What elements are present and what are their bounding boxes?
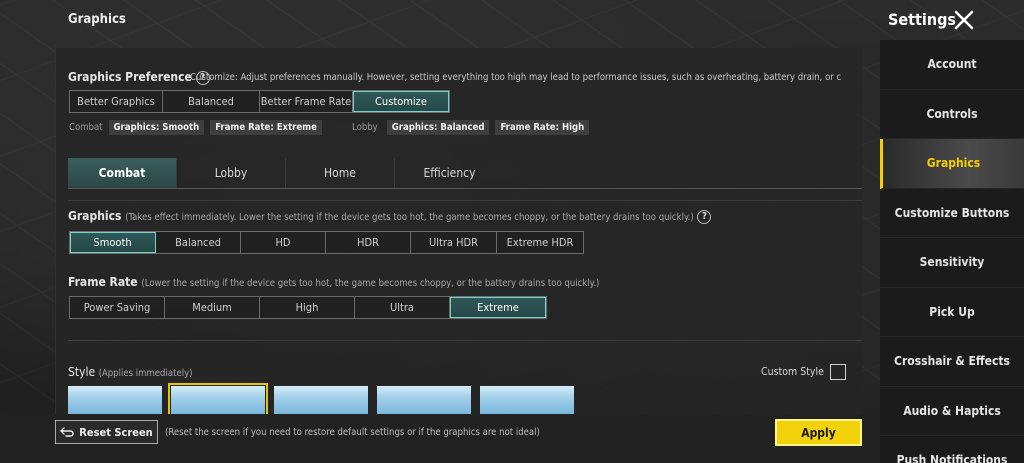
reset-note: (Reset the screen if you need to restore… (165, 427, 540, 438)
close-icon[interactable] (952, 8, 976, 32)
combat-framerate-tag: Frame Rate: Extreme (210, 120, 322, 135)
graphics-option-balanced[interactable]: Balanced (156, 232, 241, 253)
section-divider (68, 200, 862, 201)
style-note: (Applies immediately) (98, 368, 193, 379)
frame-rate-note: (Lower the setting if the device gets to… (141, 278, 600, 289)
graphics-option-smooth[interactable]: Smooth (70, 232, 156, 253)
frame-rate-option-ultra[interactable]: Ultra (355, 297, 450, 318)
custom-style-toggle[interactable]: Custom Style (761, 364, 846, 380)
sidebar-item-customize-buttons[interactable]: Customize Buttons (880, 189, 1024, 238)
preference-option-balanced[interactable]: Balanced (163, 91, 260, 112)
settings-panel: Graphics Preference ? Customize: Adjust … (55, 48, 862, 414)
preference-label: Graphics Preference ? (68, 70, 210, 85)
frame-rate-selector: Power Saving Medium High Ultra Extreme (69, 296, 547, 319)
sidebar-item-push-notifications[interactable]: Push Notifications (880, 436, 1024, 463)
graphics-quality-label: Graphics (Takes effect immediately. Lowe… (68, 209, 712, 224)
sidebar-item-audio-haptics[interactable]: Audio & Haptics (880, 387, 1024, 436)
mode-tabs: Combat Lobby Home Efficiency (68, 158, 862, 189)
lobby-graphics-tag: Graphics: Balanced (386, 120, 490, 135)
preference-selector: Better Graphics Balanced Better Frame Ra… (69, 90, 450, 113)
style-thumbnail-selected[interactable] (168, 383, 268, 414)
combat-graphics-tag: Graphics: Smooth (108, 120, 205, 135)
combat-summary-label: Combat (69, 122, 103, 133)
frame-rate-option-high[interactable]: High (260, 297, 355, 318)
sidebar-item-crosshair-effects[interactable]: Crosshair & Effects (880, 337, 1024, 387)
sidebar-item-account[interactable]: Account (880, 40, 1024, 90)
graphics-option-hd[interactable]: HD (241, 232, 326, 253)
style-label-text: Style (68, 365, 96, 379)
graphics-option-extreme-hdr[interactable]: Extreme HDR (497, 232, 583, 253)
combat-summary: Combat Graphics: Smooth Frame Rate: Extr… (69, 120, 322, 135)
settings-sidebar: Account Controls Graphics Customize Butt… (880, 40, 1024, 463)
style-label: Style (Applies immediately) (68, 365, 192, 379)
lobby-framerate-tag: Frame Rate: High (495, 120, 590, 135)
preference-option-customize[interactable]: Customize (353, 91, 449, 112)
custom-style-checkbox[interactable] (829, 364, 846, 380)
apply-button[interactable]: Apply (775, 419, 862, 446)
style-thumbnail[interactable] (480, 386, 574, 414)
style-thumbnail[interactable] (274, 386, 368, 414)
custom-style-label: Custom Style (761, 366, 824, 378)
sidebar-item-sensitivity[interactable]: Sensitivity (880, 238, 1024, 288)
tab-home[interactable]: Home (286, 158, 395, 188)
lobby-summary-label: Lobby (352, 122, 378, 133)
frame-rate-option-medium[interactable]: Medium (165, 297, 260, 318)
graphics-quality-label-text: Graphics (68, 209, 122, 223)
graphics-quality-note: (Takes effect immediately. Lower the set… (125, 212, 694, 223)
preference-option-better-graphics[interactable]: Better Graphics (70, 91, 163, 112)
frame-rate-label-text: Frame Rate (68, 275, 138, 289)
graphics-help-icon[interactable]: ? (697, 209, 712, 224)
preference-label-text: Graphics Preference (68, 70, 192, 84)
tab-lobby[interactable]: Lobby (177, 158, 286, 188)
tab-combat[interactable]: Combat (68, 158, 177, 188)
style-thumbnails (68, 383, 574, 414)
graphics-quality-selector: Smooth Balanced HD HDR Ultra HDR Extreme… (69, 231, 584, 254)
lobby-summary: Lobby Graphics: Balanced Frame Rate: Hig… (352, 120, 590, 135)
sidebar-item-controls[interactable]: Controls (880, 90, 1024, 139)
settings-title: Settings (888, 10, 956, 29)
tab-efficiency[interactable]: Efficiency (395, 158, 504, 188)
section-divider (68, 340, 862, 341)
style-thumbnail[interactable] (377, 386, 471, 414)
style-thumbnail[interactable] (68, 386, 162, 414)
page-title: Graphics (68, 12, 126, 27)
graphics-option-hdr[interactable]: HDR (326, 232, 411, 253)
frame-rate-label: Frame Rate (Lower the setting if the dev… (68, 275, 599, 289)
preference-option-better-frame-rate[interactable]: Better Frame Rate (260, 91, 353, 112)
frame-rate-option-extreme[interactable]: Extreme (450, 297, 546, 318)
preference-description: Customize: Adjust preferences manually. … (190, 72, 842, 83)
undo-icon (60, 427, 74, 437)
graphics-option-ultra-hdr[interactable]: Ultra HDR (411, 232, 497, 253)
frame-rate-option-power-saving[interactable]: Power Saving (70, 297, 165, 318)
reset-screen-button[interactable]: Reset Screen (55, 420, 158, 444)
reset-screen-label: Reset Screen (79, 425, 153, 439)
sidebar-item-graphics[interactable]: Graphics (880, 139, 1024, 189)
sidebar-item-pick-up[interactable]: Pick Up (880, 288, 1024, 337)
